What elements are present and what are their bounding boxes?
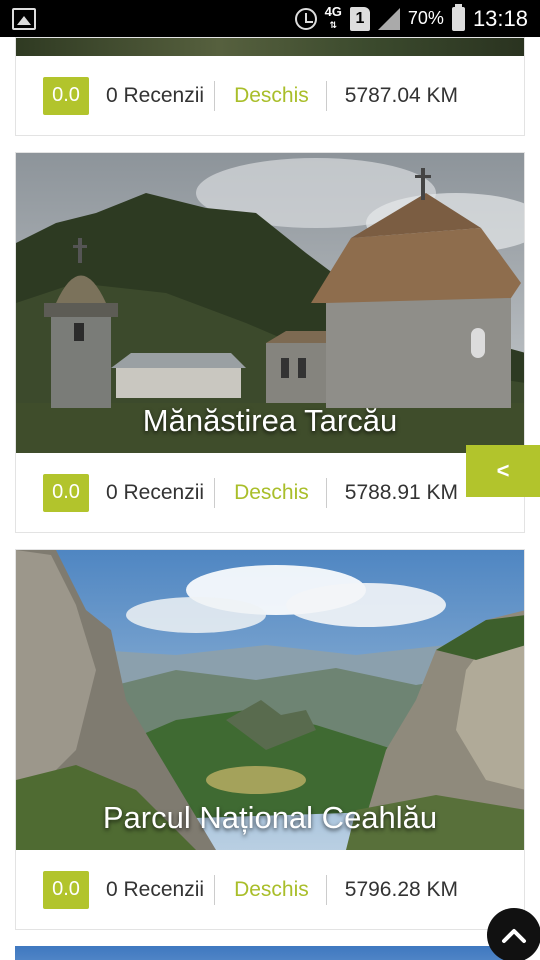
network-4g-icon: 4G ⇅ — [324, 4, 342, 30]
place-card[interactable]: 0.0 0 Recenzii Deschis 5787.04 KM — [15, 37, 525, 136]
rating-badge: 0.0 — [43, 870, 89, 909]
distance: 5796.28 KM — [344, 877, 459, 901]
place-title[interactable]: Mănăstirea Tarcău — [16, 403, 524, 439]
place-meta: 0.0 0 Recenzii Deschis 5788.91 KM — [16, 453, 524, 532]
status-bar: 4G ⇅ 1 70% 13:18 — [0, 0, 540, 37]
open-status: Deschis — [234, 477, 327, 508]
network-label: 4G — [324, 4, 342, 19]
place-card[interactable] — [15, 946, 525, 960]
place-image[interactable]: Parcul Național Ceahlău — [16, 550, 524, 850]
place-image[interactable] — [15, 946, 525, 960]
place-meta: 0.0 0 Recenzii Deschis 5796.28 KM — [16, 850, 524, 929]
distance: 5788.91 KM — [344, 480, 459, 504]
open-status: Deschis — [234, 874, 327, 905]
place-image[interactable]: Mănăstirea Tarcău — [16, 153, 524, 453]
place-image[interactable] — [16, 38, 524, 56]
chevron-left-icon: < — [496, 458, 510, 483]
place-card[interactable]: Mănăstirea Tarcău 0.0 0 Recenzii Deschis… — [15, 152, 525, 533]
reviews-count[interactable]: 0 Recenzii — [106, 874, 216, 905]
rating-badge: 0.0 — [43, 76, 89, 115]
side-panel-toggle-button[interactable]: < — [466, 445, 540, 497]
chevron-up-icon — [502, 929, 526, 943]
reviews-count[interactable]: 0 Recenzii — [106, 80, 216, 111]
place-listing: 0.0 0 Recenzii Deschis 5787.04 KM Mănăst… — [15, 37, 525, 960]
image-icon — [12, 7, 36, 30]
scroll-to-top-button[interactable] — [487, 908, 540, 960]
battery-percentage: 70% — [407, 8, 444, 28]
sim-1-icon: 1 — [349, 6, 370, 31]
clock: 13:18 — [472, 5, 528, 31]
battery-icon — [451, 3, 465, 31]
distance: 5787.04 KM — [344, 83, 459, 107]
rating-badge: 0.0 — [43, 473, 89, 512]
signal-icon — [377, 7, 400, 30]
place-card[interactable]: Parcul Național Ceahlău 0.0 0 Recenzii D… — [15, 549, 525, 930]
place-title[interactable]: Parcul Național Ceahlău — [16, 800, 524, 836]
reviews-count[interactable]: 0 Recenzii — [106, 477, 216, 508]
place-meta: 0.0 0 Recenzii Deschis 5787.04 KM — [16, 56, 524, 135]
alarm-icon — [294, 7, 317, 30]
open-status: Deschis — [234, 80, 327, 111]
